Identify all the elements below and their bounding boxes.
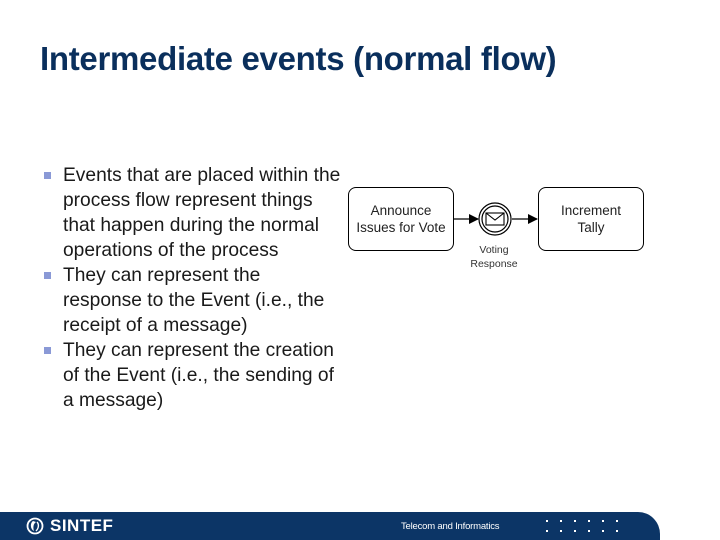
intermediate-event: [478, 202, 512, 236]
bullet-square-icon: [44, 347, 51, 354]
event-label-line: Voting: [479, 244, 509, 256]
decorative-dots: [546, 517, 626, 537]
task-label: Issues for Vote: [356, 220, 446, 235]
bullet-item: Events that are placed within the proces…: [44, 163, 344, 263]
slide-title: Intermediate events (normal flow): [40, 40, 557, 77]
task-label: Increment: [560, 203, 622, 218]
bullet-text: Events that are placed within the proces…: [63, 165, 341, 261]
bullet-text: They can represent the creation of the E…: [63, 340, 334, 411]
bullet-square-icon: [44, 172, 51, 179]
bpmn-diagram: Announce Issues for Vote Increment Tally…: [340, 180, 660, 280]
envelope-icon: [485, 212, 505, 226]
bullet-list: Events that are placed within the proces…: [44, 163, 344, 413]
bullet-square-icon: [44, 272, 51, 279]
bullet-item: They can represent the response to the E…: [44, 263, 344, 338]
task-label: Announce: [370, 203, 432, 218]
sintef-logo-icon: [26, 517, 44, 535]
logo-text: SINTEF: [50, 516, 114, 535]
footer-bar: SINTEF Telecom and Informatics: [0, 512, 660, 540]
task-announce-issues: Announce Issues for Vote: [348, 187, 454, 251]
event-label: Voting Response: [464, 243, 524, 271]
department-label: Telecom and Informatics: [401, 521, 500, 532]
sintef-logo: SINTEF: [26, 516, 113, 536]
event-label-line: Response: [470, 258, 518, 270]
task-label: Tally: [577, 220, 605, 235]
bullet-text: They can represent the response to the E…: [63, 265, 325, 336]
bullet-item: They can represent the creation of the E…: [44, 338, 344, 413]
task-increment-tally: Increment Tally: [538, 187, 644, 251]
